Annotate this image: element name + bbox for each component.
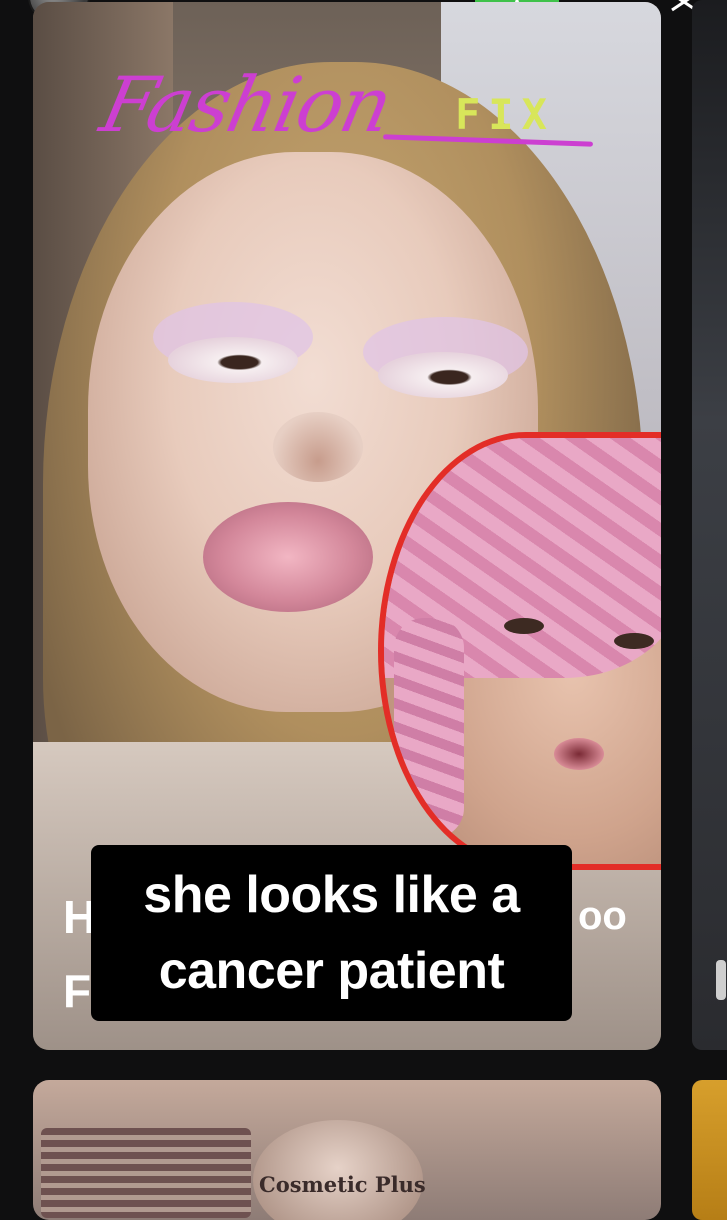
card-glyph [716, 960, 726, 1000]
headline-line1-end: oo [578, 894, 627, 938]
eye-right [378, 352, 508, 398]
brand-bubble [253, 1120, 423, 1220]
striped-sign [41, 1128, 251, 1218]
inset-circle-photo [378, 432, 661, 870]
pink-braid [394, 618, 464, 838]
inset-eye-right [614, 633, 654, 649]
eye-left [168, 337, 298, 383]
nose [273, 412, 363, 482]
logo-fix-text: FIX [455, 90, 555, 139]
caption-box: she looks like a cancer patient [91, 845, 572, 1021]
next-card-thumbnail[interactable]: Cosmetic Plus [33, 1080, 661, 1220]
caption-line1: she looks like a [143, 866, 520, 924]
inset-mouth [554, 738, 604, 770]
brand-text: Cosmetic Plus [259, 1172, 426, 1197]
headline-line2-start: F [63, 965, 92, 1017]
caption-line2: cancer patient [158, 942, 505, 1000]
inset-eye-left [504, 618, 544, 634]
lips [203, 502, 373, 612]
next-card-edge[interactable] [692, 1080, 727, 1220]
next-story-card-edge[interactable] [692, 0, 727, 1050]
logo-script-text: Fashion [93, 60, 399, 149]
